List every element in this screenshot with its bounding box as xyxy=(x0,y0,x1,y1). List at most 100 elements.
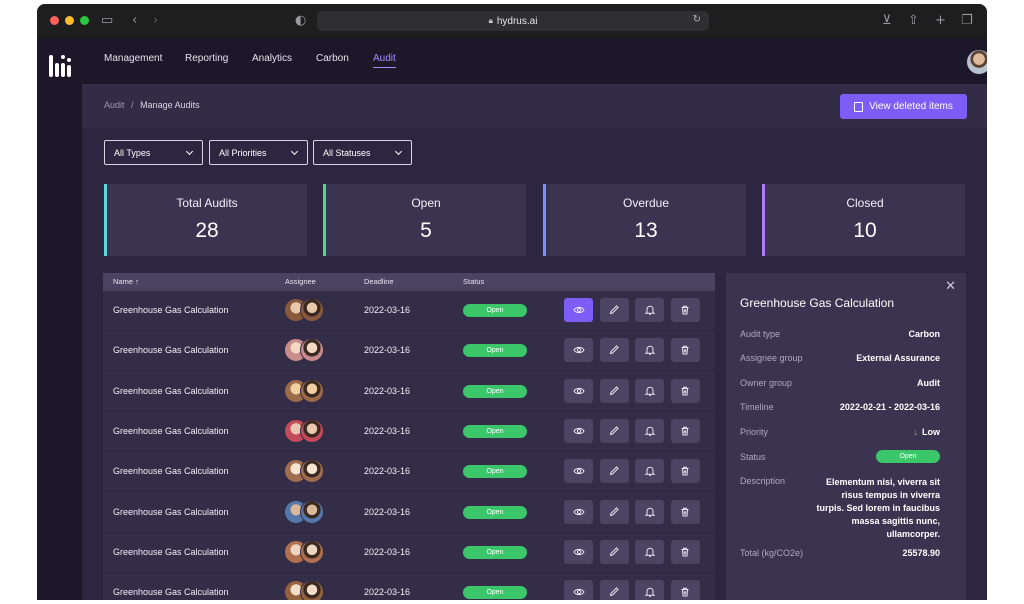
avatar[interactable] xyxy=(300,459,324,484)
priority-filter[interactable]: All Priorities xyxy=(209,140,308,165)
column-deadline-header[interactable]: Deadline xyxy=(364,277,394,286)
pencil-icon xyxy=(609,506,619,516)
edit-button[interactable] xyxy=(599,338,629,363)
notify-button[interactable] xyxy=(635,580,664,600)
stat-label: Open xyxy=(411,196,441,210)
view-deleted-button[interactable]: View deleted items xyxy=(840,94,967,119)
notify-button[interactable] xyxy=(635,378,664,403)
lock-icon: 🔒︎ xyxy=(488,16,493,25)
table-row[interactable]: Greenhouse Gas Calculation 2022-03-16 Open xyxy=(103,372,715,412)
new-tab-icon[interactable]: + xyxy=(935,12,946,30)
nav-management[interactable]: Management xyxy=(104,53,162,64)
delete-button[interactable] xyxy=(670,499,700,524)
bell-icon xyxy=(643,547,656,557)
sidebar-toggle-icon[interactable]: ▭ xyxy=(101,12,113,30)
nav-audit[interactable]: Audit xyxy=(373,53,396,68)
notify-button[interactable] xyxy=(635,499,664,524)
status-filter[interactable]: All Statuses xyxy=(313,140,412,165)
hydrus-logo[interactable] xyxy=(49,55,71,77)
browser-window: ▭ ‹ › ◐ 🔒︎ hydrus.ai ↻ ⊻ ⇧ + ❐ Managemen… xyxy=(37,4,987,600)
close-icon[interactable]: ✕ xyxy=(945,279,956,294)
edit-button[interactable] xyxy=(599,459,629,484)
stat-value: 5 xyxy=(420,219,432,242)
address-bar[interactable]: 🔒︎ hydrus.ai ↻ xyxy=(317,11,709,31)
delete-button[interactable] xyxy=(670,338,700,363)
table-row[interactable]: Greenhouse Gas Calculation 2022-03-16 Open xyxy=(103,493,715,533)
notify-button[interactable] xyxy=(635,418,664,443)
avatar[interactable] xyxy=(300,418,324,443)
audit-name: Greenhouse Gas Calculation xyxy=(113,587,229,598)
column-name-header[interactable]: Name ↑ xyxy=(113,277,139,286)
table-row[interactable]: Greenhouse Gas Calculation 2022-03-16 Open xyxy=(103,291,715,331)
view-button[interactable] xyxy=(564,580,593,600)
edit-button[interactable] xyxy=(599,580,629,600)
edit-button[interactable] xyxy=(599,378,629,403)
tabs-overview-icon[interactable]: ❐ xyxy=(961,12,973,30)
audit-name: Greenhouse Gas Calculation xyxy=(113,506,229,517)
table-row[interactable]: Greenhouse Gas Calculation 2022-03-16 Open xyxy=(103,412,715,452)
detail-label: Timeline xyxy=(740,402,774,412)
notify-button[interactable] xyxy=(635,539,664,564)
avatar[interactable] xyxy=(300,378,324,403)
audit-name: Greenhouse Gas Calculation xyxy=(113,305,229,315)
minimize-window-button[interactable] xyxy=(65,16,74,25)
view-button[interactable] xyxy=(564,338,593,363)
delete-button[interactable] xyxy=(670,298,700,322)
share-icon[interactable]: ⇧ xyxy=(908,12,919,30)
back-icon[interactable]: ‹ xyxy=(132,12,137,30)
nav-reporting[interactable]: Reporting xyxy=(185,53,228,64)
deadline: 2022-03-16 xyxy=(364,466,411,477)
table-row[interactable]: Greenhouse Gas Calculation 2022-03-16 Open xyxy=(103,452,715,493)
delete-button[interactable] xyxy=(670,580,700,600)
nav-carbon[interactable]: Carbon xyxy=(316,53,349,64)
avatar[interactable] xyxy=(300,539,324,564)
forward-icon[interactable]: › xyxy=(153,12,158,30)
audits-table: Name ↑ Assignee Deadline Status Greenhou… xyxy=(103,273,715,600)
shield-icon[interactable]: ◐ xyxy=(295,12,306,30)
view-button[interactable] xyxy=(564,298,593,322)
edit-button[interactable] xyxy=(599,539,629,564)
view-button[interactable] xyxy=(564,378,593,403)
column-assignee-header[interactable]: Assignee xyxy=(285,277,316,286)
table-row[interactable]: Greenhouse Gas Calculation 2022-03-16 Open xyxy=(103,533,715,573)
trash-icon xyxy=(681,305,689,315)
column-status-header[interactable]: Status xyxy=(463,277,484,286)
view-button[interactable] xyxy=(564,459,593,484)
user-avatar[interactable] xyxy=(967,50,987,74)
edit-button[interactable] xyxy=(599,298,629,322)
maximize-window-button[interactable] xyxy=(80,16,89,25)
browser-toolbar: ▭ ‹ › ◐ 🔒︎ hydrus.ai ↻ ⊻ ⇧ + ❐ xyxy=(37,4,987,38)
document-icon xyxy=(854,101,864,112)
notify-button[interactable] xyxy=(635,298,664,322)
bell-icon xyxy=(643,426,656,436)
breadcrumb-parent[interactable]: Audit xyxy=(104,100,125,110)
trash-icon xyxy=(681,507,689,516)
view-button[interactable] xyxy=(564,539,593,564)
delete-button[interactable] xyxy=(670,459,700,484)
reload-icon[interactable]: ↻ xyxy=(693,14,701,25)
table-row[interactable]: Greenhouse Gas Calculation 2022-03-16 Open xyxy=(103,331,715,372)
notify-button[interactable] xyxy=(635,338,664,363)
avatar[interactable] xyxy=(300,580,324,600)
audit-name: Greenhouse Gas Calculation xyxy=(113,425,229,436)
avatar[interactable] xyxy=(300,298,324,322)
table-row[interactable]: Greenhouse Gas Calculation 2022-03-16 Open xyxy=(103,573,715,600)
detail-value: ↓ Low xyxy=(914,427,941,437)
download-icon[interactable]: ⊻ xyxy=(882,12,892,30)
stat-label: Overdue xyxy=(622,196,670,210)
view-button[interactable] xyxy=(564,418,593,443)
notify-button[interactable] xyxy=(635,459,664,484)
type-filter[interactable]: All Types xyxy=(104,140,203,165)
close-window-button[interactable] xyxy=(50,16,59,25)
view-button[interactable] xyxy=(564,499,593,524)
delete-button[interactable] xyxy=(670,418,700,443)
avatar[interactable] xyxy=(300,338,324,363)
edit-button[interactable] xyxy=(599,418,629,443)
avatar[interactable] xyxy=(300,499,324,524)
nav-analytics[interactable]: Analytics xyxy=(252,53,292,64)
delete-button[interactable] xyxy=(670,378,700,403)
trash-icon xyxy=(681,466,689,476)
delete-button[interactable] xyxy=(670,539,700,564)
detail-label: Total (kg/CO2e) xyxy=(740,548,804,558)
edit-button[interactable] xyxy=(599,499,629,524)
